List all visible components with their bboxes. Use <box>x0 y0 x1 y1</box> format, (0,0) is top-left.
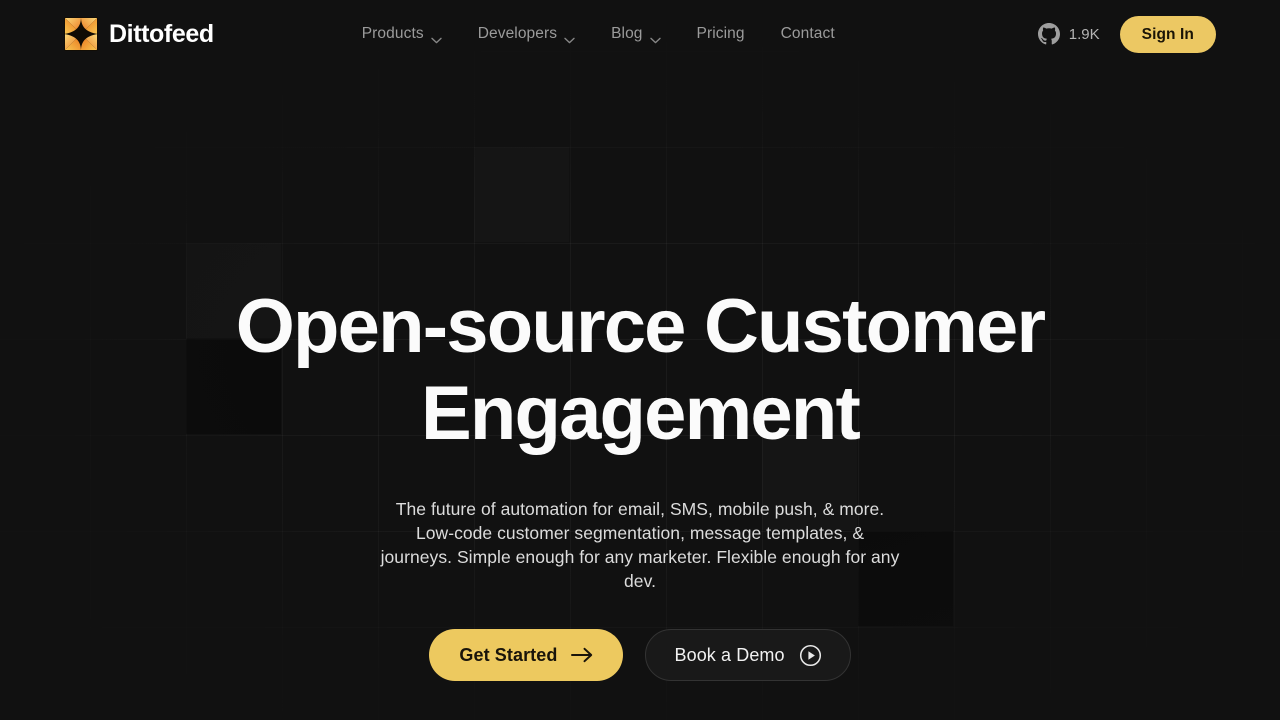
hero-section: Open-source Customer Engagement The futu… <box>0 0 1280 720</box>
nav-item-products[interactable]: Products <box>362 25 442 43</box>
hero-cta-row: Get Started Book a Demo <box>429 629 851 681</box>
github-stars-link[interactable]: 1.9K <box>1037 23 1100 45</box>
get-started-label: Get Started <box>459 644 558 665</box>
brand-logo-link[interactable]: Dittofeed <box>64 17 214 51</box>
header-actions: 1.9K Sign In <box>1037 15 1216 53</box>
brand-name: Dittofeed <box>109 19 214 48</box>
play-circle-icon <box>799 644 822 667</box>
chevron-down-icon <box>649 31 661 43</box>
primary-navigation: Products Developers Blog Pricing Contact <box>362 25 835 43</box>
nav-label: Blog <box>611 25 643 42</box>
nav-item-pricing[interactable]: Pricing <box>697 25 745 43</box>
nav-label: Pricing <box>696 25 745 42</box>
nav-item-developers[interactable]: Developers <box>478 25 575 43</box>
site-header: Dittofeed Products Developers Blog Prici… <box>0 0 1280 68</box>
chevron-down-icon <box>431 31 442 43</box>
github-icon <box>1037 23 1060 45</box>
nav-item-blog[interactable]: Blog <box>611 25 661 43</box>
arrow-right-icon <box>571 647 593 663</box>
landing-page: Dittofeed Products Developers Blog Prici… <box>0 0 1280 720</box>
hero-headline: Open-source Customer Engagement <box>235 284 1046 456</box>
nav-item-contact[interactable]: Contact <box>781 25 835 43</box>
chevron-down-icon <box>564 31 575 43</box>
book-a-demo-button[interactable]: Book a Demo <box>645 629 851 681</box>
github-star-count: 1.9K <box>1068 25 1100 43</box>
dittofeed-star-logo-icon <box>64 17 98 51</box>
nav-label: Contact <box>780 25 835 42</box>
book-a-demo-label: Book a Demo <box>674 644 785 665</box>
grid-cell-highlight <box>474 147 569 242</box>
sign-in-button[interactable]: Sign In <box>1119 15 1216 53</box>
get-started-button[interactable]: Get Started <box>429 629 624 681</box>
nav-label: Products <box>361 25 424 42</box>
nav-label: Developers <box>477 25 558 42</box>
hero-subheadline: The future of automation for email, SMS,… <box>380 499 900 591</box>
